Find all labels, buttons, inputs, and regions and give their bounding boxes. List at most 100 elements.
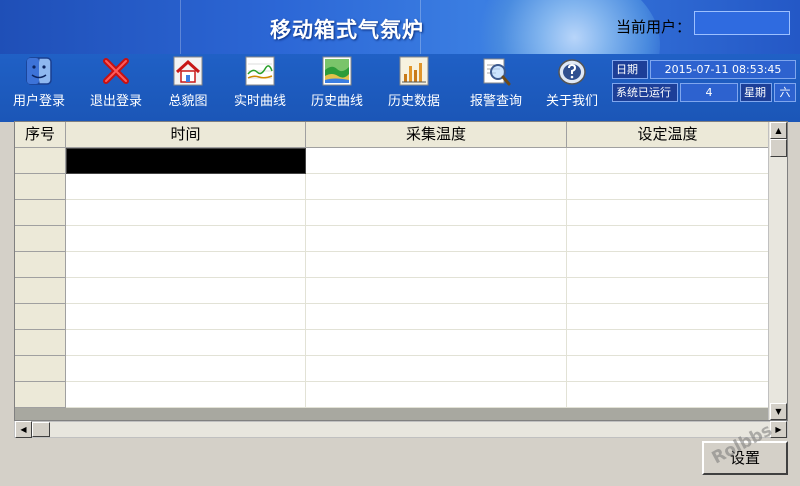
table-cell[interactable] — [306, 174, 567, 200]
runtime-label: 系统已运行 — [612, 83, 678, 102]
table-cell[interactable] — [306, 278, 567, 304]
datetime-value: 2015-07-11 08:53:45 — [650, 60, 796, 79]
toolbar-label: 历史数据 — [387, 94, 440, 109]
column-header-time[interactable]: 时间 — [66, 122, 306, 148]
realtime-curve-button[interactable]: 实时曲线 — [224, 56, 296, 112]
table-cell[interactable] — [306, 382, 567, 408]
overview-button[interactable]: 总貌图 — [152, 56, 224, 112]
table-cell[interactable] — [66, 226, 306, 252]
logout-button[interactable]: 退出登录 — [80, 56, 152, 112]
toolbar-label: 总貌图 — [168, 94, 208, 109]
current-user-field[interactable] — [694, 11, 790, 35]
finder-face-icon — [26, 57, 52, 85]
toolbar-label: 报警查询 — [469, 94, 522, 109]
table-cell[interactable] — [567, 252, 769, 278]
row-header[interactable] — [15, 148, 66, 174]
realtime-curve-icon — [245, 56, 275, 86]
table-cell[interactable] — [567, 356, 769, 382]
table-cell[interactable] — [306, 330, 567, 356]
row-header[interactable] — [15, 356, 66, 382]
horizontal-scroll-thumb[interactable] — [32, 422, 50, 437]
header-bar: 移动箱式气氛炉 当前用户： 用户登录 退出登录 总貌图 实时曲线 历史曲线 历史… — [0, 0, 800, 122]
table-cell[interactable] — [306, 200, 567, 226]
grid-header: 序号 时间 采集温度 设定温度 — [15, 122, 769, 148]
row-header[interactable] — [15, 226, 66, 252]
toolbar-label: 用户登录 — [12, 94, 65, 109]
row-header[interactable] — [15, 382, 66, 408]
horizontal-scrollbar[interactable]: ◀ ▶ — [14, 421, 788, 438]
home-icon — [173, 56, 203, 86]
table-cell[interactable] — [567, 148, 769, 174]
table-row[interactable] — [15, 148, 769, 174]
table-cell[interactable] — [66, 304, 306, 330]
table-cell[interactable] — [567, 174, 769, 200]
row-header[interactable] — [15, 304, 66, 330]
table-row[interactable] — [15, 304, 769, 330]
table-cell[interactable] — [306, 356, 567, 382]
weekday-value: 六 — [774, 83, 796, 102]
table-cell[interactable] — [66, 382, 306, 408]
row-header[interactable] — [15, 200, 66, 226]
vertical-scrollbar[interactable]: ▲ ▼ — [768, 122, 787, 420]
date-label: 日期 — [612, 60, 648, 79]
table-cell[interactable] — [306, 252, 567, 278]
decor-line — [180, 0, 181, 54]
table-row[interactable] — [15, 252, 769, 278]
table-row[interactable] — [15, 330, 769, 356]
history-curve-button[interactable]: 历史曲线 — [301, 56, 373, 112]
login-button[interactable]: 用户登录 — [3, 56, 75, 112]
table-row[interactable] — [15, 226, 769, 252]
table-cell[interactable] — [306, 304, 567, 330]
scroll-left-button[interactable]: ◀ — [15, 421, 32, 438]
current-user-label: 当前用户： — [616, 18, 692, 36]
table-cell[interactable] — [567, 278, 769, 304]
table-row[interactable] — [15, 278, 769, 304]
red-x-icon — [103, 58, 129, 84]
table-cell[interactable] — [567, 330, 769, 356]
toolbar-label: 关于我们 — [545, 94, 598, 109]
row-header[interactable] — [15, 278, 66, 304]
table-cell[interactable] — [66, 356, 306, 382]
runtime-value: 4 — [680, 83, 738, 102]
alarm-query-icon — [483, 58, 511, 86]
column-header-set-temp[interactable]: 设定温度 — [567, 122, 769, 148]
row-header[interactable] — [15, 252, 66, 278]
row-header[interactable] — [15, 174, 66, 200]
toolbar-label: 历史曲线 — [310, 94, 363, 109]
table-row[interactable] — [15, 200, 769, 226]
table-cell[interactable] — [66, 330, 306, 356]
table-cell[interactable] — [306, 148, 567, 174]
weekday-label: 星期 — [740, 83, 772, 102]
grid-empty-area — [15, 408, 769, 420]
vertical-scroll-thumb[interactable] — [770, 139, 787, 157]
table-cell[interactable] — [306, 226, 567, 252]
table-row[interactable] — [15, 356, 769, 382]
toolbar-label: 退出登录 — [89, 94, 142, 109]
table-cell[interactable] — [567, 382, 769, 408]
table-row[interactable] — [15, 382, 769, 408]
about-icon — [558, 59, 586, 85]
table-cell[interactable] — [66, 200, 306, 226]
about-button[interactable]: 关于我们 — [536, 56, 608, 112]
table-cell[interactable] — [567, 226, 769, 252]
table-cell[interactable] — [66, 174, 306, 200]
alarm-query-button[interactable]: 报警查询 — [460, 56, 532, 112]
table-cell[interactable] — [66, 278, 306, 304]
history-data-button[interactable]: 历史数据 — [378, 56, 450, 112]
table-cell[interactable] — [66, 252, 306, 278]
row-header[interactable] — [15, 330, 66, 356]
toolbar-label: 实时曲线 — [233, 94, 286, 109]
selected-cell[interactable] — [66, 148, 306, 174]
table-cell[interactable] — [567, 304, 769, 330]
history-curve-icon — [322, 56, 352, 86]
scroll-down-button[interactable]: ▼ — [770, 403, 787, 420]
column-header-index[interactable]: 序号 — [15, 122, 66, 148]
table-row[interactable] — [15, 174, 769, 200]
scroll-up-button[interactable]: ▲ — [770, 122, 787, 139]
table-cell[interactable] — [567, 200, 769, 226]
app-title: 移动箱式气氛炉 — [270, 17, 424, 42]
title-band: 移动箱式气氛炉 当前用户： — [0, 0, 800, 54]
column-header-measured-temp[interactable]: 采集温度 — [306, 122, 567, 148]
history-data-icon — [399, 56, 429, 86]
data-grid[interactable]: 序号 时间 采集温度 设定温度 ▲ ▼ — [14, 121, 788, 421]
